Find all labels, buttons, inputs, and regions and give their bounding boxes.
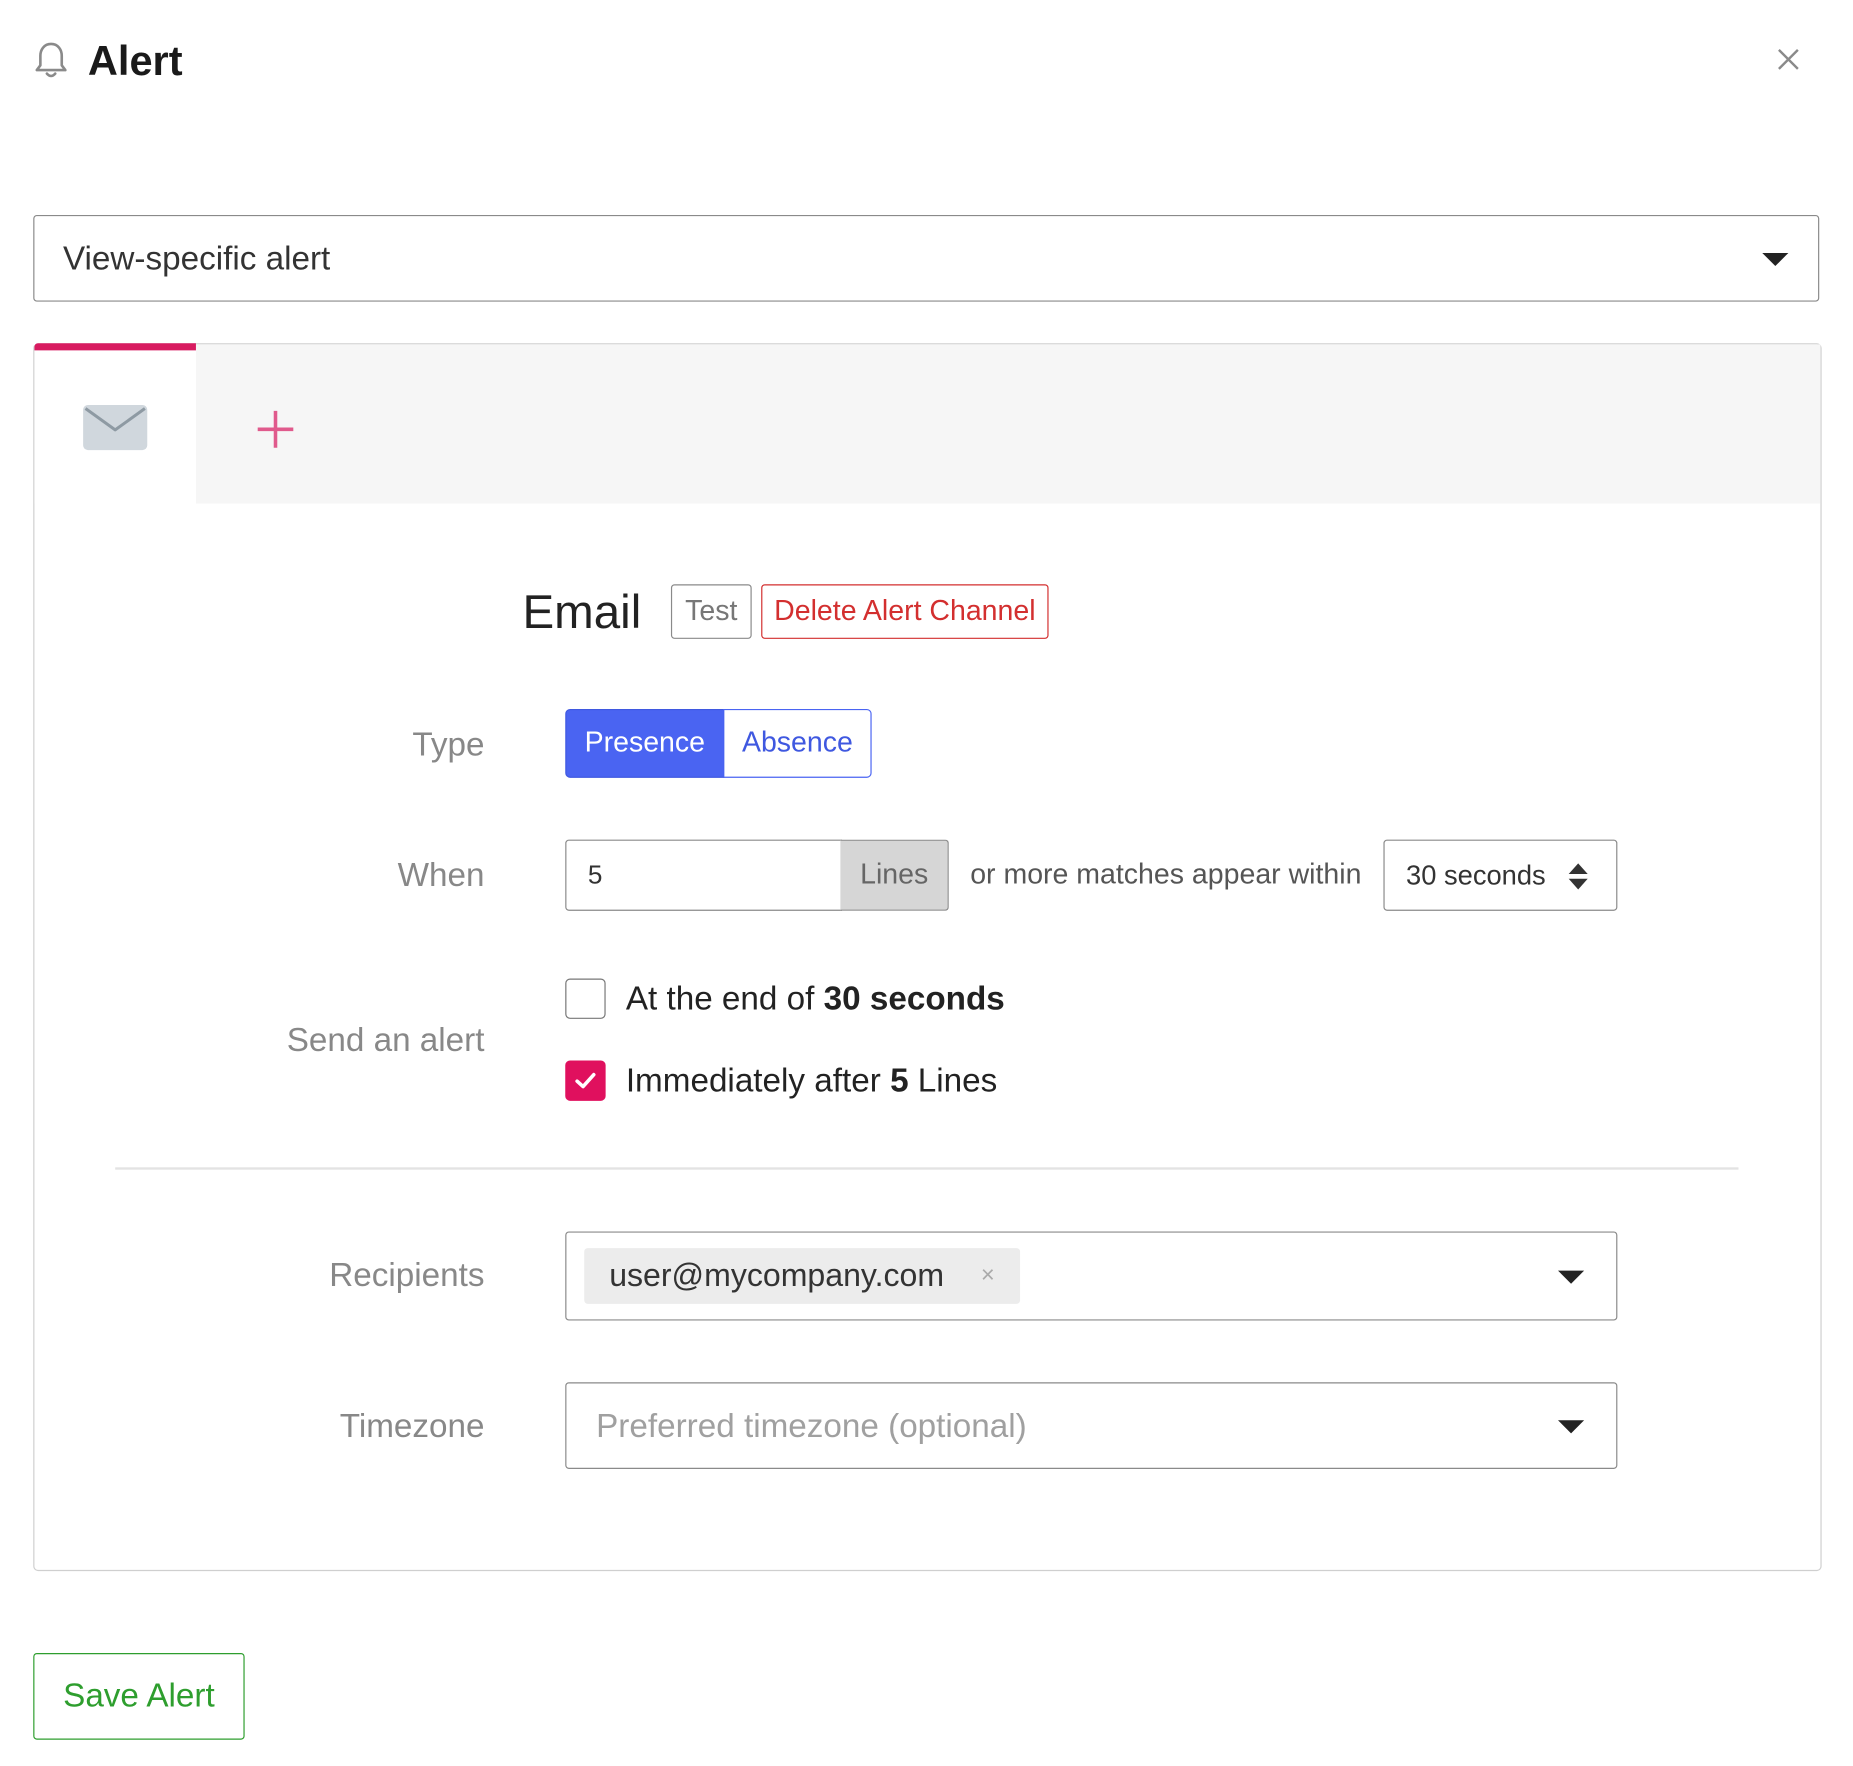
end-of-period-label[interactable]: At the end of 30 seconds xyxy=(626,977,1005,1020)
type-absence-option[interactable]: Absence xyxy=(723,708,872,778)
chevron-down-icon xyxy=(1558,1270,1585,1284)
immediately-label[interactable]: Immediately after 5 Lines xyxy=(626,1059,997,1102)
type-presence-option[interactable]: Presence xyxy=(565,708,725,778)
end-of-period-checkbox[interactable] xyxy=(565,978,606,1019)
match-count-input[interactable]: 5 xyxy=(565,839,842,911)
check-icon xyxy=(575,1072,596,1089)
recipients-label: Recipients xyxy=(329,1256,485,1294)
timezone-placeholder: Preferred timezone (optional) xyxy=(596,1407,1027,1444)
sort-updown-icon xyxy=(1568,863,1588,890)
alert-scope-value: View-specific alert xyxy=(62,239,331,277)
test-button[interactable]: Test xyxy=(670,584,752,639)
recipients-select[interactable]: user@mycompany.com × xyxy=(565,1231,1618,1321)
end-of-period-prefix: At the end of xyxy=(625,979,815,1017)
channel-tabstrip xyxy=(195,344,1821,504)
timezone-label: Timezone xyxy=(339,1407,485,1444)
immediately-prefix: Immediately after xyxy=(625,1061,881,1099)
envelope-icon[interactable] xyxy=(82,404,149,452)
bell-icon xyxy=(35,42,67,78)
period-value: 30 seconds xyxy=(1406,859,1546,891)
count-unit-addon: Lines xyxy=(840,839,949,911)
alert-scope-select[interactable]: View-specific alert xyxy=(33,214,1820,302)
section-divider xyxy=(115,1167,1739,1170)
period-select[interactable]: 30 seconds xyxy=(1383,839,1618,911)
immediately-suffix: Lines xyxy=(917,1061,998,1099)
remove-recipient-icon[interactable]: × xyxy=(981,1248,995,1304)
dialog-title: Alert xyxy=(87,38,183,85)
save-alert-button[interactable]: Save Alert xyxy=(33,1653,245,1740)
plus-icon[interactable] xyxy=(238,392,314,468)
timezone-select[interactable]: Preferred timezone (optional) xyxy=(565,1382,1618,1469)
close-icon[interactable] xyxy=(1769,40,1807,78)
channel-title: Email xyxy=(522,586,642,639)
chevron-down-icon xyxy=(1558,1420,1585,1434)
delete-alert-channel-button[interactable]: Delete Alert Channel xyxy=(761,584,1049,639)
immediately-bold: 5 xyxy=(890,1061,909,1099)
active-tab-indicator xyxy=(34,343,196,351)
end-of-period-bold: 30 seconds xyxy=(823,979,1005,1017)
recipient-chip-text: user@mycompany.com xyxy=(609,1257,945,1294)
send-alert-label: Send an alert xyxy=(286,1021,485,1059)
when-label: When xyxy=(397,856,485,893)
when-middle-text: or more matches appear within xyxy=(970,858,1362,891)
type-label: Type xyxy=(412,725,485,763)
immediately-checkbox[interactable] xyxy=(565,1060,606,1101)
recipient-chip: user@mycompany.com × xyxy=(584,1248,1021,1304)
alert-dialog: Alert View-specific alert Email Test Del… xyxy=(0,0,1853,1766)
chevron-down-icon xyxy=(1762,252,1789,266)
